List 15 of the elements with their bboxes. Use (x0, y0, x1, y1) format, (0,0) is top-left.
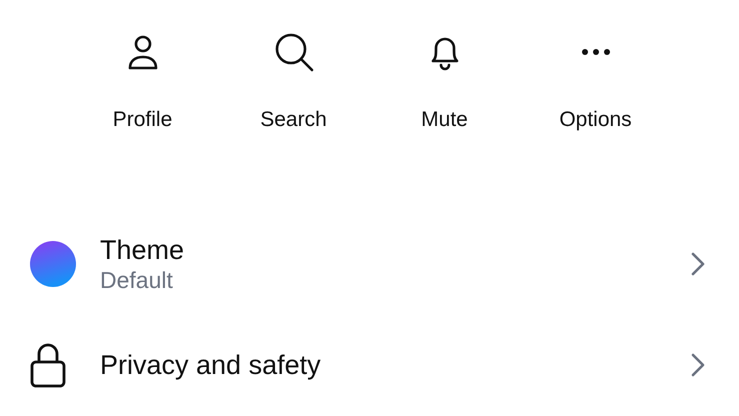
theme-swatch-icon (30, 240, 76, 286)
chevron-right-icon (691, 352, 705, 376)
action-button[interactable]: Options (520, 30, 671, 134)
settings-row[interactable]: Privacy and safety (0, 314, 739, 415)
settings-row[interactable]: Theme Default (0, 213, 739, 314)
row-title: Theme (100, 234, 186, 266)
action-button[interactable]: Mute (369, 30, 520, 134)
action-button[interactable]: Profile (67, 30, 218, 134)
more-icon (580, 48, 610, 56)
lock-icon (30, 342, 66, 388)
action-button[interactable]: Search (218, 30, 369, 134)
search-icon (272, 31, 314, 73)
chevron-right-icon (691, 252, 705, 276)
row-subtitle: Default (100, 266, 174, 294)
row-title: Privacy and safety (100, 348, 322, 380)
